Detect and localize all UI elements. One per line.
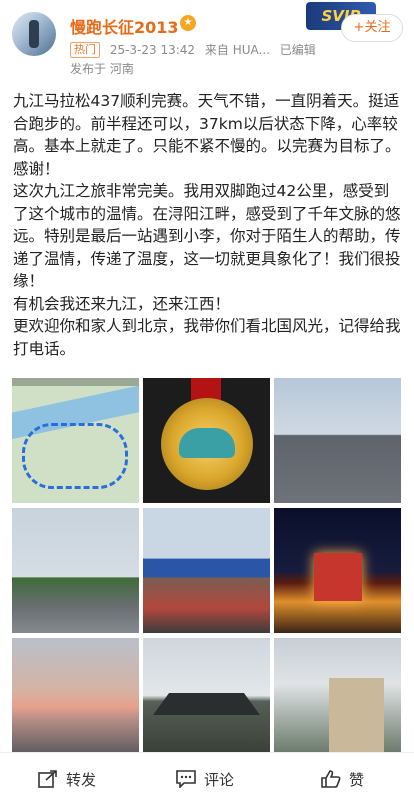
post-paragraph: 九江马拉松437顺利完赛。天气不错，一直阴着天。挺适合跑步的。前半程还可以，37… bbox=[13, 92, 401, 155]
like-label: 赞 bbox=[349, 771, 365, 789]
repost-button[interactable]: 转发 bbox=[38, 765, 96, 795]
avatar[interactable] bbox=[12, 12, 56, 56]
source: 来自 HUA... bbox=[204, 43, 270, 57]
post-paragraph: 更欢迎你和家人到北京，我带你们看北国风光，记得给我打电话。 bbox=[13, 317, 401, 358]
comment-button[interactable]: 评论 bbox=[176, 765, 234, 795]
post-meta: 热门 25-3-23 13:42 来自 HUA... 已编辑 bbox=[70, 41, 322, 58]
action-bar: 转发 评论 赞 bbox=[0, 752, 414, 809]
photo-old-building[interactable] bbox=[274, 638, 401, 753]
post-header: 慢跑长征2013 ★ 热门 25-3-23 13:42 来自 HUA... 已编… bbox=[0, 0, 414, 84]
comment-label: 评论 bbox=[204, 771, 235, 789]
post-body: 九江马拉松437顺利完赛。天气不错，一直阴着天。挺适合跑步的。前半程还可以，37… bbox=[13, 90, 403, 360]
post-paragraph: 感谢！ bbox=[13, 159, 60, 178]
edited-label: 已编辑 bbox=[279, 43, 316, 57]
follow-button[interactable]: +关注 bbox=[341, 14, 403, 42]
photo-start-crowd[interactable] bbox=[143, 508, 270, 633]
location: 发布于 河南 bbox=[70, 62, 134, 76]
comment-icon bbox=[176, 770, 196, 788]
photo-medal[interactable] bbox=[143, 378, 270, 503]
like-button[interactable]: 赞 bbox=[321, 765, 364, 795]
photo-pavilion[interactable] bbox=[143, 638, 270, 753]
repost-label: 转发 bbox=[66, 771, 97, 789]
vip-badge-icon: ★ bbox=[180, 15, 196, 31]
thumbs-up-icon bbox=[321, 770, 341, 788]
hot-tag: 热门 bbox=[70, 42, 100, 58]
repost-icon bbox=[38, 770, 57, 788]
photo-route-map[interactable] bbox=[12, 378, 139, 503]
timestamp: 25-3-23 13:42 bbox=[109, 43, 196, 57]
photo-night-tower[interactable] bbox=[274, 508, 401, 633]
photo-road-trees[interactable] bbox=[12, 508, 139, 633]
photo-runners-street[interactable] bbox=[274, 378, 401, 503]
post-paragraph: 这次九江之旅非常完美。我用双脚跑过42公里，感受到了这个城市的温情。在浔阳江畔，… bbox=[13, 182, 401, 290]
username[interactable]: 慢跑长征2013 bbox=[70, 14, 179, 38]
photo-sunset-lake[interactable] bbox=[12, 638, 139, 753]
post-paragraph: 有机会我还来九江，还来江西！ bbox=[13, 294, 231, 313]
